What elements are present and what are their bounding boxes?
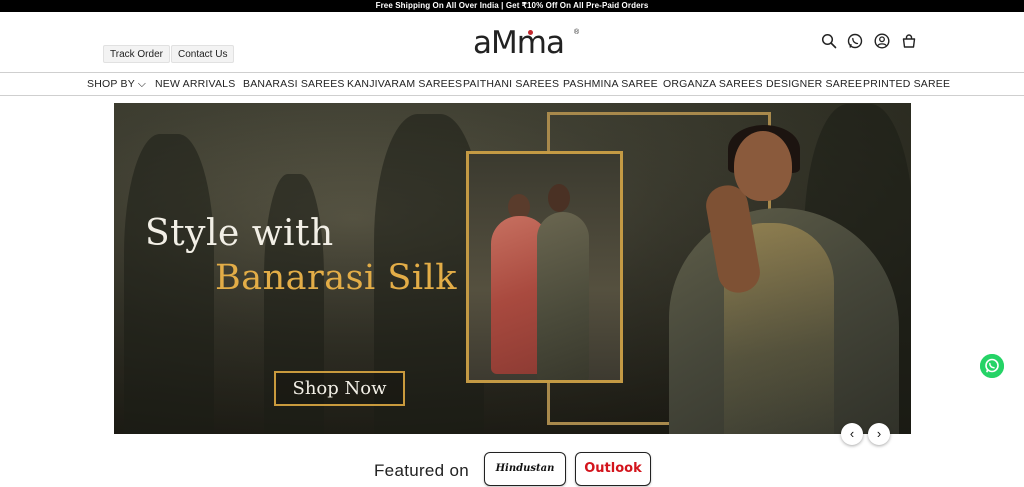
logo-text: aMma: [473, 25, 565, 61]
background-tree: [124, 134, 214, 434]
nav-item-new-arrivals[interactable]: NEW ARRIVALS: [155, 78, 235, 90]
cart-icon[interactable]: [901, 33, 917, 49]
nav-item-shop-by[interactable]: SHOP BY ⌵: [87, 78, 146, 91]
whatsapp-float-icon[interactable]: [980, 354, 1004, 378]
banner-headline-line1: Style with: [145, 213, 334, 254]
model-face: [734, 131, 792, 201]
banner-headline-line2: Banarasi Silk: [215, 258, 457, 298]
featured-on-label: Featured on: [374, 461, 469, 480]
announcement-text: Free Shipping On All Over India | Get ₹1…: [375, 1, 649, 10]
nav-item-organza-sarees[interactable]: ORGANZA SAREES: [663, 78, 763, 90]
olive-saree-model: [537, 212, 589, 380]
nav-item-printed-saree[interactable]: PRINTED SAREE: [863, 78, 950, 90]
model-head: [548, 184, 570, 212]
inset-photo: [466, 151, 623, 383]
account-icon[interactable]: [874, 33, 890, 49]
nav-item-pashmina-saree[interactable]: PASHMINA SAREE: [563, 78, 658, 90]
search-icon[interactable]: [821, 33, 837, 49]
hindustan-times-logo[interactable]: Hindustan Times: [484, 452, 566, 486]
contact-us-button[interactable]: Contact Us: [171, 45, 235, 63]
logo-dot: [528, 30, 533, 35]
nav-item-paithani-sarees[interactable]: PAITHANI SAREES: [463, 78, 559, 90]
carousel-next-button[interactable]: ›: [868, 423, 890, 445]
carousel-prev-button[interactable]: ‹: [841, 423, 863, 445]
main-nav: SHOP BY ⌵ NEW ARRIVALS BANARASI SAREES K…: [0, 72, 1024, 96]
outlook-logo[interactable]: Outlook: [575, 452, 651, 486]
hero-banner[interactable]: Style with Banarasi Silk Shop Now: [114, 103, 911, 434]
track-order-button[interactable]: Track Order: [103, 45, 170, 63]
announcement-bar: Free Shipping On All Over India | Get ₹1…: [0, 0, 1024, 12]
nav-item-banarasi-sarees[interactable]: BANARASI SAREES: [243, 78, 345, 90]
nav-item-kanjivaram-sarees[interactable]: KANJIVARAM SAREES: [347, 78, 462, 90]
shop-now-button[interactable]: Shop Now: [274, 371, 405, 406]
logo-registered-mark: ®: [574, 29, 580, 36]
nav-item-designer-saree[interactable]: DESIGNER SAREE: [766, 78, 862, 90]
whatsapp-icon[interactable]: [847, 33, 863, 49]
